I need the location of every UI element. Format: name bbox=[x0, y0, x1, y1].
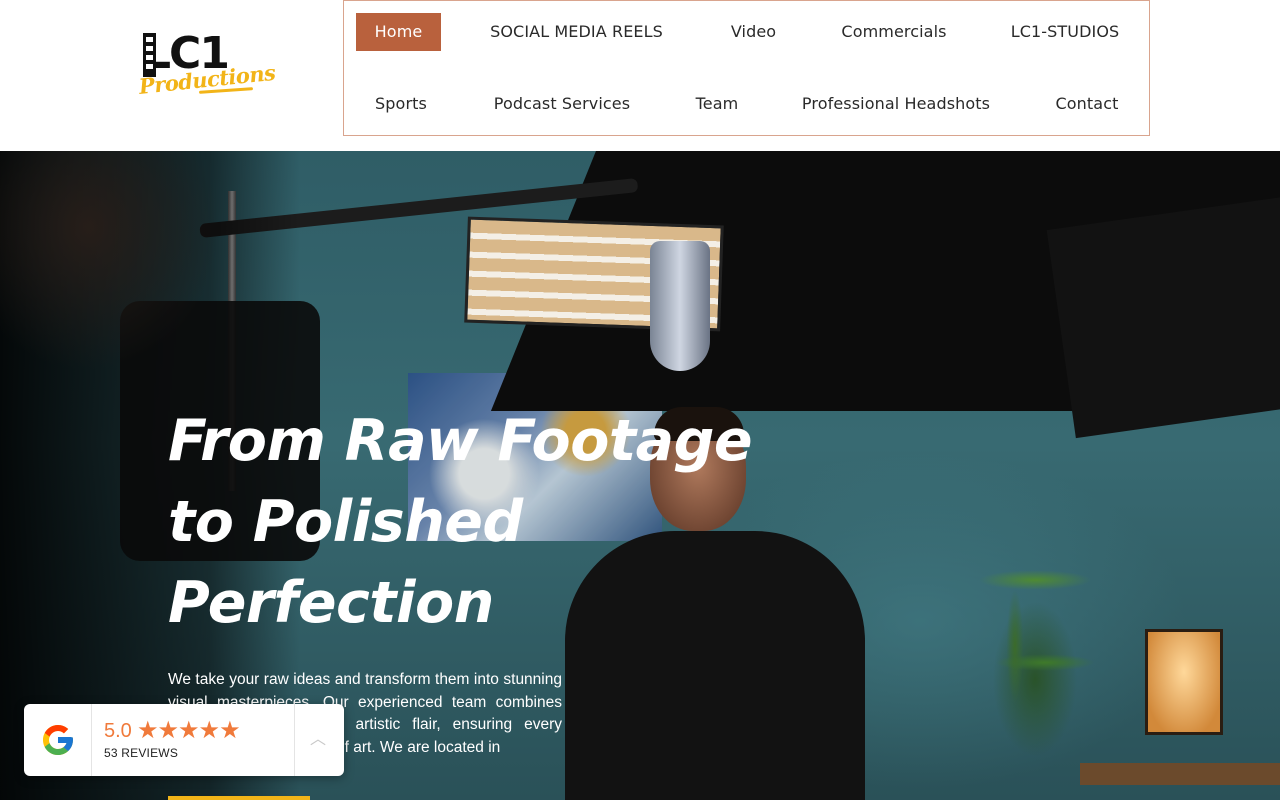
hero-section: From Raw Footage to Polished Perfection … bbox=[0, 151, 1280, 800]
reviews-divider-right bbox=[294, 704, 295, 776]
softbox-edge bbox=[1046, 193, 1280, 439]
nav-lc1-studios[interactable]: LC1-STUDIOS bbox=[999, 13, 1131, 51]
google-g-logo-icon bbox=[43, 725, 73, 755]
film-strip-icon bbox=[143, 33, 156, 77]
nav-team[interactable]: Team bbox=[682, 85, 752, 123]
google-reviews-widget[interactable]: 5.0 ★★★★★ 53 REVIEWS ︿ bbox=[24, 704, 344, 776]
chevron-up-icon[interactable]: ︿ bbox=[308, 730, 328, 750]
foreground-operator bbox=[0, 151, 220, 371]
hero-heading-line-3: Perfection bbox=[168, 570, 494, 636]
review-count: 53 REVIEWS bbox=[104, 746, 179, 760]
nav-video[interactable]: Video bbox=[716, 13, 791, 51]
main-nav: Home SOCIAL MEDIA REELS Video Commercial… bbox=[343, 0, 1150, 136]
reviews-divider-left bbox=[91, 704, 92, 776]
site-header: LC1 Productions Home SOCIAL MEDIA REELS … bbox=[0, 0, 1280, 151]
nav-podcast-services[interactable]: Podcast Services bbox=[487, 85, 637, 123]
hero-heading: From Raw Footage to Polished Perfection bbox=[168, 401, 788, 644]
nav-professional-headshots[interactable]: Professional Headshots bbox=[796, 85, 996, 123]
microphone bbox=[650, 241, 710, 371]
hero-heading-line-1: From Raw Footage bbox=[168, 408, 753, 474]
nav-home[interactable]: Home bbox=[356, 13, 441, 51]
nav-commercials[interactable]: Commercials bbox=[834, 13, 954, 51]
nav-sports[interactable]: Sports bbox=[366, 85, 436, 123]
nav-contact[interactable]: Contact bbox=[1042, 85, 1132, 123]
site-logo[interactable]: LC1 Productions bbox=[138, 30, 277, 105]
nav-social-media-reels[interactable]: SOCIAL MEDIA REELS bbox=[479, 13, 674, 51]
background-plant bbox=[935, 481, 1135, 800]
rating-stars: ★★★★★ bbox=[137, 716, 241, 744]
background-table bbox=[1080, 763, 1280, 785]
background-lamp bbox=[1145, 629, 1223, 735]
rating-value: 5.0 bbox=[104, 720, 132, 742]
hero-cta-button[interactable] bbox=[168, 796, 310, 800]
hero-heading-line-2: to Polished bbox=[168, 489, 523, 555]
